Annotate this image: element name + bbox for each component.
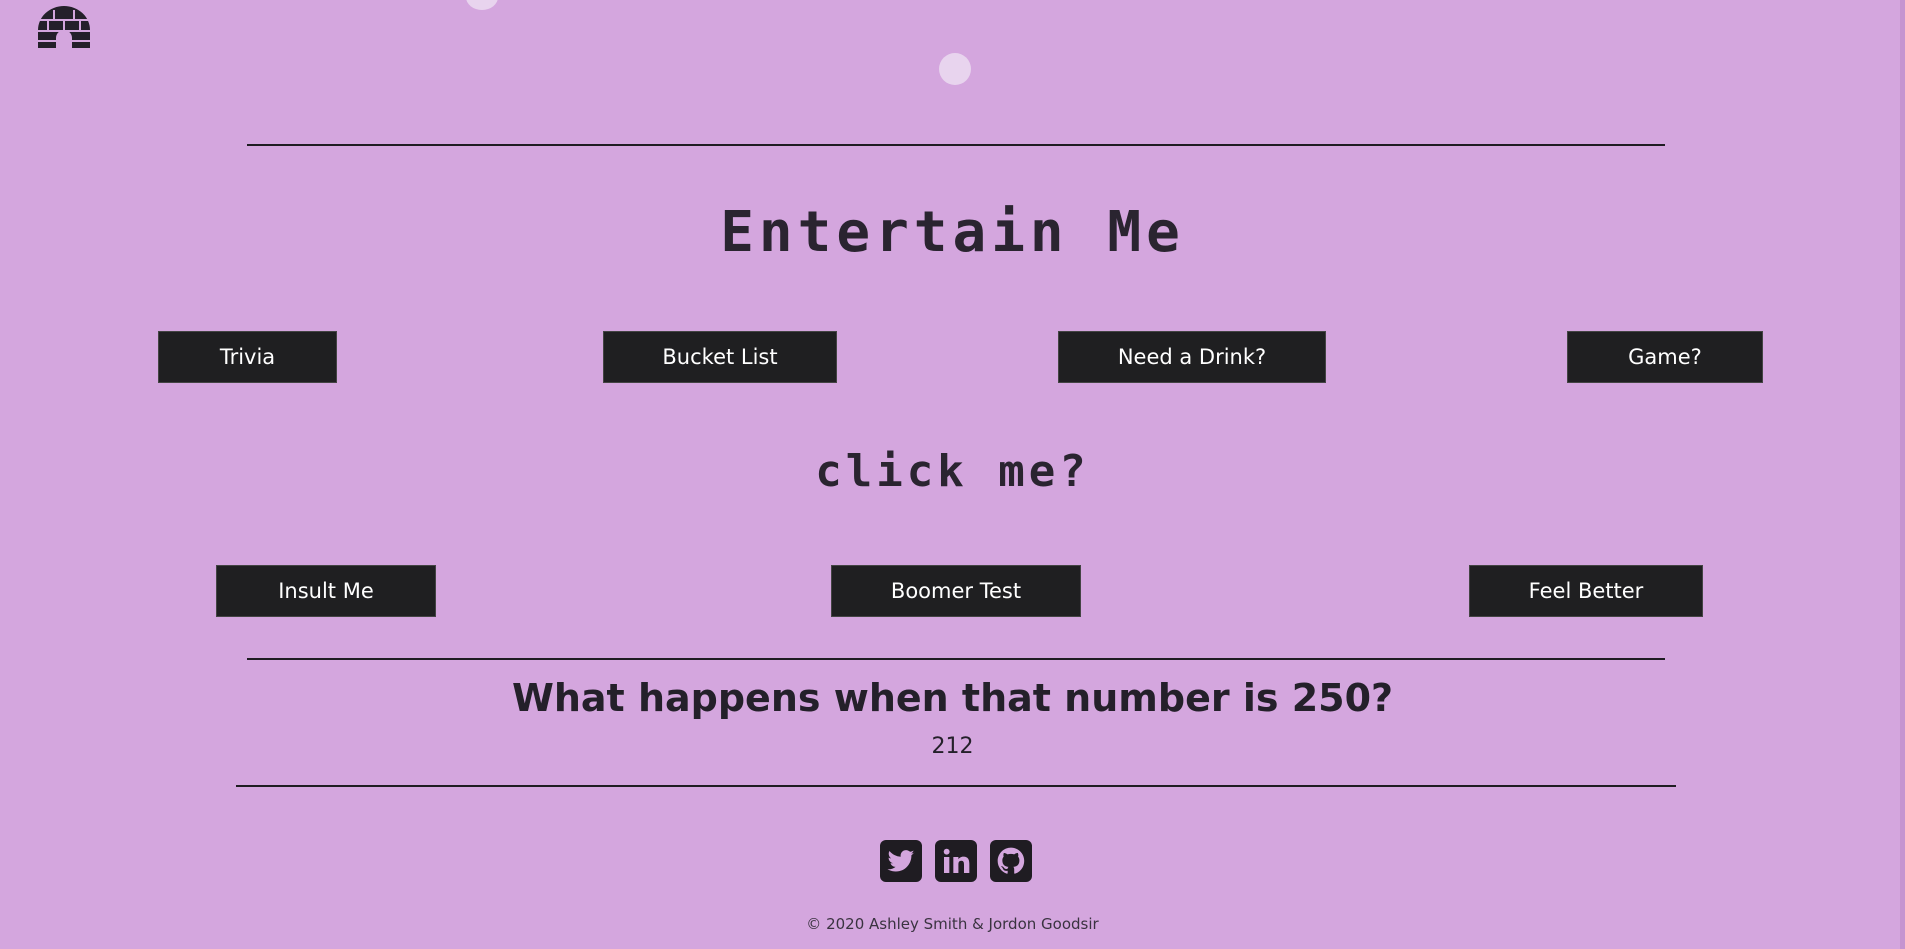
scrollbar[interactable] bbox=[1900, 0, 1905, 949]
game-button[interactable]: Game? bbox=[1567, 331, 1763, 383]
footer-copyright: © 2020 Ashley Smith & Jordon Goodsir bbox=[806, 915, 1099, 933]
feel-better-button[interactable]: Feel Better bbox=[1469, 565, 1703, 617]
divider-bottom bbox=[236, 785, 1676, 787]
result-question: What happens when that number is 250? bbox=[511, 676, 1394, 720]
divider-top bbox=[247, 144, 1665, 146]
trivia-button[interactable]: Trivia bbox=[158, 331, 337, 383]
igloo-icon[interactable] bbox=[36, 4, 92, 50]
github-icon[interactable] bbox=[990, 840, 1032, 882]
boomer-test-button[interactable]: Boomer Test bbox=[831, 565, 1081, 617]
twitter-icon[interactable] bbox=[880, 840, 922, 882]
divider-middle bbox=[247, 658, 1665, 660]
result-answer: 212 bbox=[931, 734, 974, 759]
page-title: Entertain Me bbox=[720, 200, 1185, 265]
linkedin-icon[interactable] bbox=[935, 840, 977, 882]
need-a-drink-button[interactable]: Need a Drink? bbox=[1058, 331, 1326, 383]
floating-bubble bbox=[939, 53, 971, 85]
bucket-list-button[interactable]: Bucket List bbox=[603, 331, 837, 383]
click-me-heading[interactable]: click me? bbox=[0, 446, 1905, 497]
floating-bubble bbox=[466, 0, 498, 10]
insult-me-button[interactable]: Insult Me bbox=[216, 565, 436, 617]
